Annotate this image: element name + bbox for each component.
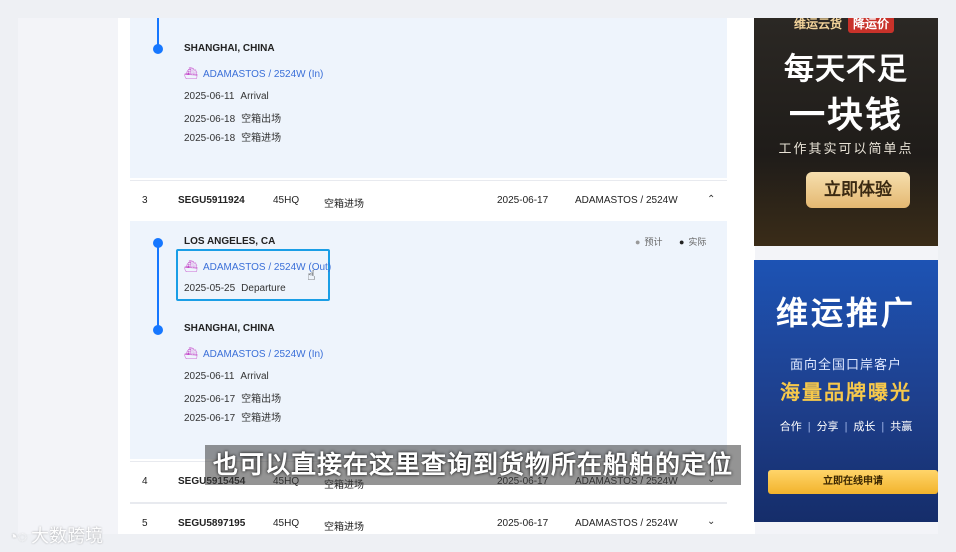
event-label: 空箱进场	[241, 413, 282, 424]
vessel-label: ADAMASTOS / 2524W (In)	[202, 349, 324, 360]
ship-icon: ⛴	[184, 348, 198, 360]
port-name: LOS ANGELES, CA	[184, 236, 276, 247]
event-item: 2025-06-11 Arrival	[184, 91, 269, 102]
container-number: SEGU5897195	[178, 518, 246, 529]
collapse-chevron-icon[interactable]: ⌃	[707, 194, 715, 205]
event-item: 2025-06-18 空箱出场	[184, 110, 281, 125]
hand-cursor-icon: ☝	[307, 267, 316, 283]
event-label: 空箱出场	[241, 114, 282, 125]
legend: ● 预计 ● 实际	[635, 235, 706, 248]
watermark: ◔◌ 大数跨境	[8, 522, 103, 548]
ad-subtext: 工作其实可以简单点	[778, 141, 914, 156]
watermark-logo-icon: ◔◌	[8, 529, 28, 546]
vessel-voyage: ADAMASTOS / 2524W	[575, 195, 678, 206]
ad-tag: 成长	[853, 421, 876, 433]
estimated-dot-icon: ●	[635, 237, 641, 247]
ship-icon: ⛴	[184, 68, 198, 80]
video-subtitle: 也可以直接在这里查询到货物所在船舶的定位	[205, 445, 742, 485]
event-item: 2025-06-17 空箱出场	[184, 390, 281, 405]
expanded-detail-row3: ● 预计 ● 实际 LOS ANGELES, CA ⛴ ADAMASTOS / 252…	[130, 221, 727, 459]
event-item: 2025-06-18 空箱进场	[184, 129, 281, 144]
status-date: 2025-06-17	[497, 518, 549, 529]
event-item: 2025-06-11 Arrival	[184, 371, 269, 382]
ad-headline-1: 每天不足	[784, 53, 908, 86]
ad-headline-2: 一块钱	[788, 94, 903, 135]
expanded-detail-top: SHANGHAI, CHINA ⛴ ADAMASTOS / 2524W (In) …	[130, 18, 727, 178]
container-type: 45HQ	[273, 195, 300, 206]
ad-headline: 海量品牌曝光	[780, 382, 912, 404]
ad-subtext: 面向全国口岸客户	[789, 357, 902, 372]
ad-tag: 降运价	[848, 18, 895, 33]
event-label: 空箱出场	[241, 394, 282, 405]
port-name: SHANGHAI, CHINA	[184, 323, 275, 334]
ad-banner-promotion[interactable]: 维运推广 面向全国口岸客户 海量品牌曝光 合作 | 分享 | 成长 | 共赢 立即在线申请	[754, 260, 938, 522]
ad-brand: 维运云货 降运价	[794, 18, 895, 33]
row-index: 3	[142, 195, 148, 206]
container-status: 空箱进场	[324, 199, 364, 210]
ad-tag: 共赢	[890, 421, 913, 433]
ad-brand-label: 维运云货	[794, 18, 843, 31]
ad-tags: 合作 | 分享 | 成长 | 共赢	[779, 421, 913, 433]
table-row[interactable]: 5 SEGU5897195 45HQ 空箱进场 2025-06-17 ADAMA…	[130, 503, 727, 534]
event-label: 空箱进场	[241, 133, 282, 144]
ad-banner-yunhuo[interactable]: 维运云货 降运价 每天不足 一块钱 工作其实可以简单点 立即体验	[754, 18, 938, 246]
container-number: SEGU5911924	[178, 195, 245, 206]
timeline-dot	[153, 238, 163, 248]
vessel-link[interactable]: ⛴ ADAMASTOS / 2524W (In)	[184, 67, 323, 80]
ad-title: 维运推广	[775, 295, 916, 331]
actual-dot-icon: ●	[678, 237, 685, 247]
row-index: 5	[142, 518, 148, 529]
port-name: SHANGHAI, CHINA	[184, 43, 275, 54]
timeline-line	[157, 242, 159, 330]
status-date: 2025-06-17	[497, 195, 549, 206]
timeline-dot	[153, 44, 163, 54]
vessel-link[interactable]: ⛴ ADAMASTOS / 2524W (In)	[184, 347, 323, 360]
row-index: 4	[142, 476, 148, 487]
container-type: 45HQ	[273, 518, 300, 529]
expand-chevron-icon[interactable]: ⌄	[707, 516, 715, 527]
watermark-text: 大数跨境	[31, 526, 104, 546]
legend-actual: 实际	[688, 237, 707, 247]
event-label: Departure	[241, 283, 286, 294]
event-date: 2025-06-11	[184, 371, 235, 382]
vessel-voyage: ADAMASTOS / 2524W	[575, 518, 678, 529]
event-item: 2025-06-17 空箱进场	[184, 409, 281, 424]
container-status: 空箱进场	[324, 522, 364, 533]
event-date: 2025-05-25	[184, 283, 236, 294]
event-date: 2025-06-17	[184, 394, 236, 405]
event-date: 2025-06-17	[184, 413, 236, 424]
try-now-button[interactable]: 立即体验	[806, 172, 910, 208]
event-date: 2025-06-18	[184, 133, 236, 144]
timeline-dot	[153, 325, 163, 335]
ship-icon: ⛴	[184, 261, 198, 273]
apply-online-button[interactable]: 立即在线申请	[768, 470, 938, 494]
legend-estimated: 预计	[644, 237, 663, 247]
vessel-label: ADAMASTOS / 2524W (In)	[202, 69, 324, 80]
ad-tag: 分享	[816, 421, 839, 433]
event-date: 2025-06-18	[184, 114, 236, 125]
event-label: Arrival	[240, 91, 269, 102]
event-date: 2025-06-11	[184, 91, 235, 102]
event-item: 2025-05-25 Departure	[184, 283, 286, 294]
ad-tag: 合作	[779, 421, 802, 433]
table-row[interactable]: 3 SEGU5911924 45HQ 空箱进场 2025-06-17 ADAMA…	[130, 180, 727, 222]
event-label: Arrival	[240, 371, 269, 382]
